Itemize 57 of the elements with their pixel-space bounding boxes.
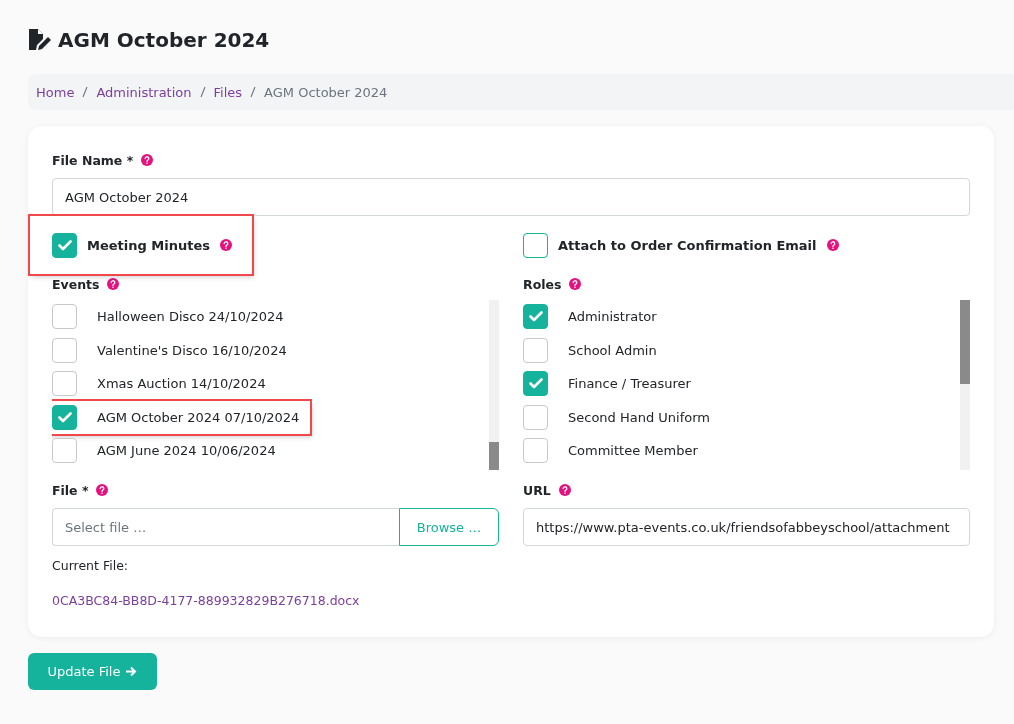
- check-icon: [57, 239, 72, 251]
- help-icon[interactable]: [96, 484, 109, 496]
- breadcrumb-separator: [250, 86, 257, 98]
- file-edit-icon: [28, 29, 52, 51]
- scrollbar[interactable]: [489, 300, 499, 470]
- breadcrumb-separator: [82, 86, 89, 98]
- field-label: File Name *: [52, 152, 134, 168]
- field-label: File *: [52, 482, 89, 498]
- file-field[interactable]: Select file …: [52, 508, 399, 546]
- checkbox[interactable]: [52, 371, 77, 397]
- field-label: Events: [52, 276, 100, 292]
- checkbox[interactable]: [523, 337, 548, 363]
- checkbox[interactable]: [523, 304, 548, 330]
- list-item-label: Valentine's Disco 16/10/2024: [97, 342, 287, 358]
- breadcrumb-link[interactable]: Home: [36, 84, 75, 100]
- help-icon[interactable]: [569, 278, 582, 290]
- list-item-label: Xmas Auction 14/10/2024: [97, 376, 266, 392]
- checkbox[interactable]: [523, 232, 548, 258]
- field-label: URL: [523, 482, 551, 498]
- checkbox[interactable]: [523, 438, 548, 464]
- breadcrumb-separator: [199, 86, 206, 98]
- check-icon: [528, 378, 543, 390]
- help-icon[interactable]: [141, 154, 154, 166]
- checkbox-label: Attach to Order Confirmation Email: [558, 237, 817, 253]
- breadcrumb-current: AGM October 2024: [264, 84, 388, 100]
- list-item-label: AGM October 2024 07/10/2024: [97, 409, 300, 425]
- list-item-label: Finance / Treasurer: [568, 376, 691, 392]
- help-icon[interactable]: [107, 278, 120, 290]
- current-file-label: Current File:: [52, 558, 130, 573]
- checkbox-label: Meeting Minutes: [87, 237, 210, 253]
- scrollbar[interactable]: [960, 300, 970, 470]
- help-icon[interactable]: [558, 484, 571, 496]
- help-icon[interactable]: [826, 239, 839, 251]
- list-item-label: School Admin: [568, 342, 657, 358]
- checkbox[interactable]: [52, 304, 77, 330]
- breadcrumb-link[interactable]: Files: [213, 84, 243, 100]
- checkbox[interactable]: [52, 404, 77, 430]
- checkbox[interactable]: [52, 337, 77, 363]
- file-link[interactable]: 0CA3BC84-BB8D-4177-889932829B276718.docx: [52, 593, 360, 608]
- list-item-label: Committee Member: [568, 443, 698, 459]
- url-field[interactable]: https://www.pta-events.co.uk/friendsofabbeyschool/attachment: [523, 508, 970, 546]
- page-title: AGM October 2024: [58, 28, 270, 52]
- check-icon: [528, 311, 543, 323]
- check-icon: [57, 411, 72, 423]
- help-icon[interactable]: [220, 239, 232, 251]
- list-item-label: Second Hand Uniform: [568, 409, 711, 425]
- checkbox[interactable]: [52, 232, 77, 258]
- arrow-right-icon: [125, 666, 138, 677]
- checkbox[interactable]: [52, 438, 77, 464]
- list-item-label: Halloween Disco 24/10/2024: [97, 309, 284, 325]
- list-item-label: AGM June 2024 10/06/2024: [97, 443, 276, 459]
- file-name-field[interactable]: AGM October 2024: [52, 178, 970, 216]
- breadcrumb-link[interactable]: Administration: [96, 84, 192, 100]
- field-label: Roles: [523, 276, 562, 292]
- list-item-label: Administrator: [568, 309, 657, 325]
- checkbox[interactable]: [523, 371, 548, 397]
- checkbox[interactable]: [523, 404, 548, 430]
